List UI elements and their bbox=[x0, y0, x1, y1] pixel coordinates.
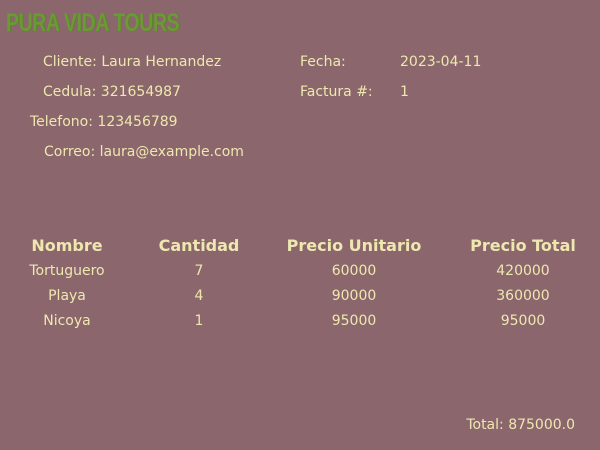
cell-precio-unitario: 95000 bbox=[331, 313, 377, 329]
cliente-label: Cliente: bbox=[43, 54, 97, 70]
fecha-value: 2023-04-11 bbox=[400, 54, 482, 70]
cell-cantidad: 4 bbox=[194, 288, 204, 304]
cell-nombre: Tortuguero bbox=[29, 263, 105, 279]
cell-nombre: Playa bbox=[48, 288, 86, 304]
cell-precio-total: 360000 bbox=[496, 288, 550, 304]
cliente-value: Laura Hernandez bbox=[101, 54, 222, 70]
cedula-field: Cedula: 321654987 bbox=[43, 84, 181, 100]
fecha-label: Fecha: bbox=[300, 54, 346, 70]
telefono-value: 123456789 bbox=[97, 114, 178, 130]
cedula-label: Cedula: bbox=[43, 84, 97, 100]
brand-logo: PURA VIDA TOURS bbox=[6, 9, 180, 37]
telefono-field: Telefono: 123456789 bbox=[30, 114, 178, 130]
cell-cantidad: 7 bbox=[194, 263, 204, 279]
factura-value: 1 bbox=[400, 84, 409, 100]
correo-label: Correo: bbox=[44, 144, 96, 160]
correo-field: Correo: laura@example.com bbox=[44, 144, 244, 160]
column-header-precio-unitario: Precio Unitario bbox=[286, 236, 422, 255]
correo-value: laura@example.com bbox=[99, 144, 244, 160]
cell-precio-total: 95000 bbox=[500, 313, 546, 329]
telefono-label: Telefono: bbox=[30, 114, 93, 130]
cell-cantidad: 1 bbox=[194, 313, 204, 329]
factura-label: Factura #: bbox=[300, 84, 373, 100]
cedula-value: 321654987 bbox=[100, 84, 181, 100]
cell-precio-total: 420000 bbox=[496, 263, 550, 279]
invoice-total: Total: 875000.0 bbox=[466, 417, 575, 433]
column-header-cantidad: Cantidad bbox=[158, 236, 240, 255]
column-header-precio-total: Precio Total bbox=[470, 236, 576, 255]
cell-nombre: Nicoya bbox=[43, 313, 91, 329]
cell-precio-unitario: 90000 bbox=[331, 288, 377, 304]
cliente-field: Cliente: Laura Hernandez bbox=[43, 54, 221, 70]
cell-precio-unitario: 60000 bbox=[331, 263, 377, 279]
